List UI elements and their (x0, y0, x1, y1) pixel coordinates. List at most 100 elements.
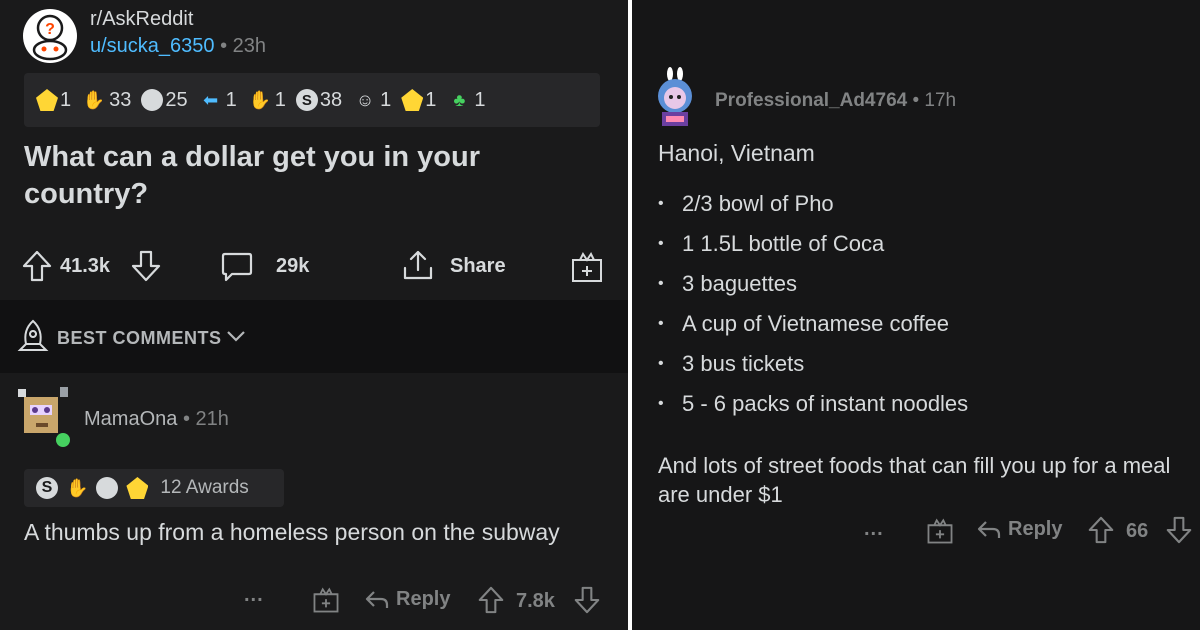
list-item: A cup of Vietnamese coffee (658, 304, 1178, 344)
gift-icon (313, 587, 339, 613)
comment1-award-button[interactable] (312, 586, 340, 619)
downvote-arrow-icon (131, 250, 161, 282)
comment1-avatar[interactable] (16, 385, 74, 447)
awards-count: 12 Awards (160, 477, 249, 498)
post-time: 23h (232, 35, 267, 57)
list-item: 5 - 6 packs of instant noodles (658, 384, 1178, 424)
comment2-author[interactable]: Professional_Ad4764 (715, 90, 907, 111)
chevron-down-icon[interactable] (226, 328, 246, 349)
comment2-list: 2/3 bowl of Pho1 1.5L bottle of Coca3 ba… (658, 184, 1178, 424)
award-count: 1 (380, 88, 392, 111)
post-score: 41.3k (60, 255, 111, 277)
comment1-body: A thumbs up from a homeless person on th… (24, 519, 560, 545)
comment1-author[interactable]: MamaOna (84, 408, 177, 430)
hands-icon: ✋ (82, 89, 106, 110)
awards-strip[interactable]: 1 ✋ 33 25 ⬅ 1 ✋ 1 S 38 ☺ 1 1 ♣ 1 (24, 73, 600, 127)
comment1-reply-button[interactable]: Reply (364, 588, 450, 611)
comment2-reply-button[interactable]: Reply (976, 518, 1062, 541)
upvote-arrow-icon (478, 586, 504, 614)
comment2-upvote-button[interactable] (1088, 516, 1114, 549)
list-item: 1 1.5L bottle of Coca (658, 224, 1178, 264)
sort-label[interactable]: BEST COMMENTS (57, 328, 222, 349)
comment1-time: 21h (195, 408, 229, 430)
list-item: 2/3 bowl of Pho (658, 184, 1178, 224)
comment2-meta: Professional_Ad4764 • 17h (715, 90, 956, 112)
comment-count: 29k (276, 255, 310, 277)
award-count: 33 (109, 88, 132, 111)
award-item[interactable]: ☺ 1 (352, 87, 391, 113)
award-item[interactable]: ⬅ 1 (198, 87, 237, 113)
comment1-downvote-button[interactable] (574, 586, 600, 619)
upvote-arrow-icon (22, 250, 52, 282)
downvote-arrow-icon (1166, 516, 1192, 544)
subreddit-name[interactable]: r/AskReddit (90, 8, 193, 31)
comment2-award-button[interactable] (926, 517, 954, 550)
award-count: 38 (319, 88, 343, 111)
award-count: 1 (225, 88, 237, 111)
sort-bar[interactable]: BEST COMMENTS (0, 300, 628, 373)
gold-trophy-icon (126, 477, 149, 499)
silver-s-icon: S (295, 89, 318, 111)
award-item[interactable]: ♣ 1 (446, 87, 485, 113)
avatar-icon (658, 67, 692, 126)
share-icon (403, 250, 433, 280)
comment2-time: 17h (924, 90, 957, 111)
reply-label: Reply (396, 588, 451, 610)
award-count: 1 (274, 88, 286, 111)
rocket-icon (16, 318, 50, 359)
award-button[interactable] (570, 250, 604, 289)
gold-trophy-icon (36, 89, 58, 111)
award-item[interactable]: ✋ 1 (247, 87, 286, 113)
face-icon (96, 477, 119, 499)
gift-icon (572, 252, 602, 282)
award-item[interactable]: 1 (401, 89, 436, 112)
hands-icon: ✋ (66, 477, 89, 498)
reply-arrow-icon (977, 520, 1001, 538)
post-meta: u/sucka_6350 • 23h (90, 35, 266, 58)
arrow-icon: ⬅ (203, 89, 219, 110)
upvote-arrow-icon (1088, 516, 1114, 544)
award-count: 1 (425, 88, 437, 111)
separator-dot: • (912, 90, 925, 111)
comment-bubble-icon (221, 252, 253, 282)
comment1-meta: MamaOna • 21h (84, 408, 229, 431)
share-button[interactable] (400, 248, 436, 289)
post-upvote-button[interactable] (22, 250, 52, 287)
dino-icon: ♣ (453, 89, 466, 110)
award-item[interactable]: ✋ 33 (81, 87, 131, 113)
hands-gold-icon: ✋ (248, 89, 271, 110)
comment2-more-button[interactable]: ... (864, 518, 884, 541)
comment1-more-button[interactable]: ... (244, 584, 264, 607)
gold-badge-icon (401, 89, 424, 111)
award-count: 1 (60, 88, 72, 111)
silver-s-icon: S (36, 477, 58, 499)
comment1-upvote-button[interactable] (478, 586, 504, 619)
separator-dot: • (220, 35, 233, 57)
comment2-avatar[interactable] (650, 66, 700, 132)
avatar-icon (18, 387, 70, 447)
comment2-downvote-button[interactable] (1166, 516, 1192, 549)
award-count: 1 (474, 88, 486, 111)
reply-label: Reply (1008, 518, 1063, 540)
list-item: 3 baguettes (658, 264, 1178, 304)
comments-button[interactable] (220, 250, 254, 289)
award-item[interactable]: 25 (141, 89, 188, 112)
award-item[interactable]: 1 (36, 89, 71, 112)
list-item: 3 bus tickets (658, 344, 1178, 384)
post-author[interactable]: u/sucka_6350 (90, 35, 215, 57)
askreddit-logo-icon: ? (23, 9, 77, 63)
share-label[interactable]: Share (450, 255, 506, 278)
downvote-arrow-icon (574, 586, 600, 614)
comment1-awards[interactable]: S ✋ 12 Awards (24, 469, 284, 507)
comment2-heading: Hanoi, Vietnam (658, 140, 815, 166)
separator-dot: • (182, 408, 196, 430)
comment2-footer: And lots of street foods that can fill y… (658, 453, 1171, 507)
comment-panel: Professional_Ad4764 • 17h Hanoi, Vietnam… (632, 0, 1200, 630)
subreddit-avatar[interactable]: ? (22, 8, 78, 64)
snoo-icon: ☺ (355, 89, 375, 110)
comment1-score: 7.8k (516, 590, 555, 612)
reply-arrow-icon (365, 590, 389, 608)
svg-text:?: ? (45, 21, 55, 38)
post-downvote-button[interactable] (131, 250, 161, 287)
award-item[interactable]: S 38 (295, 88, 343, 112)
